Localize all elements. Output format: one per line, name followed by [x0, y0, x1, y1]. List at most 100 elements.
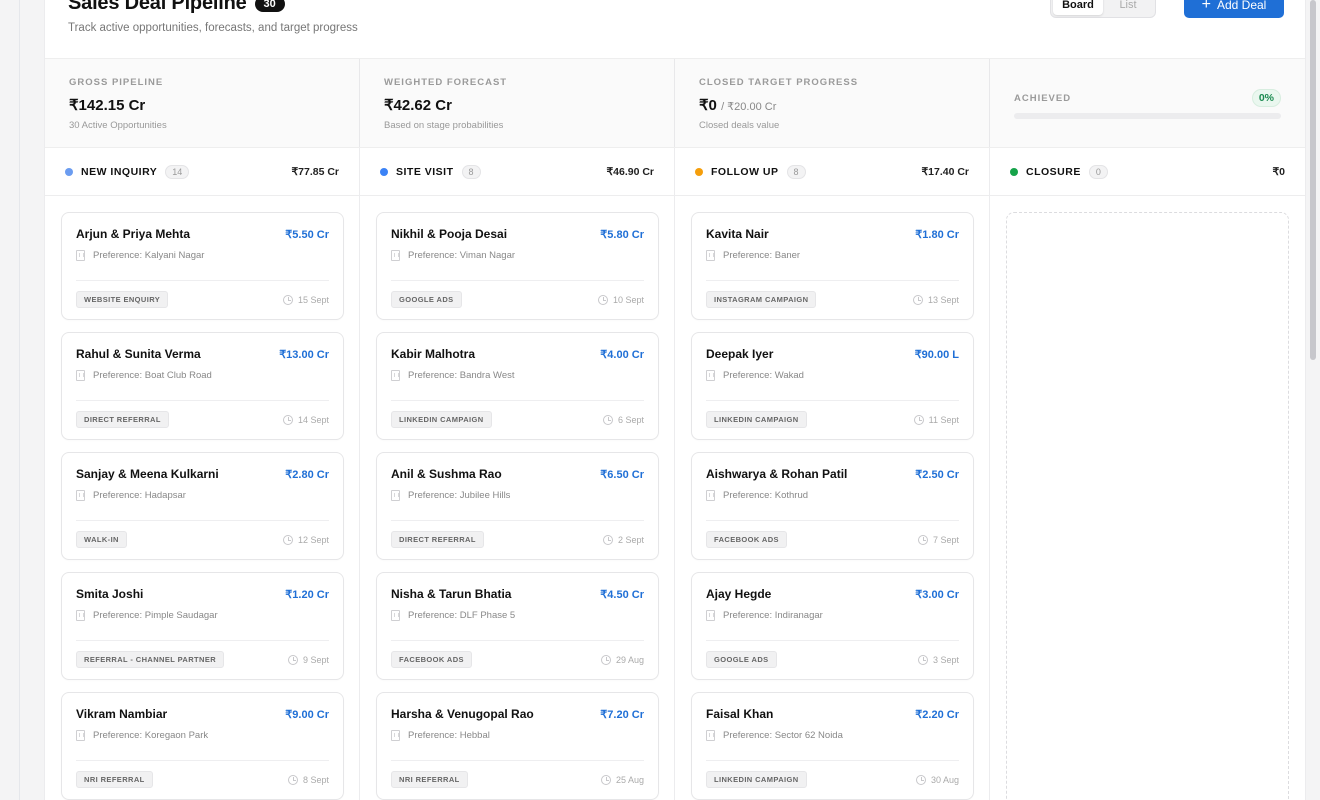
deal-date: 6 Sept [602, 414, 644, 425]
deal-preference: Preference: Hadapsar [76, 490, 329, 501]
deal-card[interactable]: Kavita Nair ₹1.80 Cr Preference: Baner INST… [691, 212, 974, 320]
deal-client-name: Ajay Hegde [706, 587, 772, 601]
deal-client-name: Kavita Nair [706, 227, 769, 241]
deal-card[interactable]: Ajay Hegde ₹3.00 Cr Preference: Indiranaga… [691, 572, 974, 680]
stat-label: CLOSED TARGET PROGRESS [699, 77, 859, 88]
clock-icon [282, 294, 293, 305]
deal-card[interactable]: Vikram Nambiar ₹9.00 Cr Preference: Korega… [61, 692, 344, 800]
column-total: ₹0 [1272, 165, 1285, 178]
deal-card[interactable]: Faisal Khan ₹2.20 Cr Preference: Sector 62… [691, 692, 974, 800]
deal-card[interactable]: Nikhil & Pooja Desai ₹5.80 Cr Preference: … [376, 212, 659, 320]
clock-icon [287, 774, 298, 785]
deal-date: 2 Sept [602, 534, 644, 545]
deal-preference: Preference: DLF Phase 5 [391, 610, 644, 621]
card-footer: GOOGLE ADS 10 Sept [391, 291, 644, 308]
deal-amount: ₹2.50 Cr [915, 468, 959, 481]
column-header[interactable]: SITE VISIT 8 ₹46.90 Cr [360, 148, 674, 196]
deal-client-name: Smita Joshi [76, 587, 144, 601]
deal-card[interactable]: Deepak Iyer ₹90.00 L Preference: Wakad LINK… [691, 332, 974, 440]
card-footer: LINKEDIN CAMPAIGN 6 Sept [391, 411, 644, 428]
deal-client-name: Harsha & Venugopal Rao [391, 707, 534, 721]
deal-amount: ₹3.00 Cr [915, 588, 959, 601]
deal-card[interactable]: Anil & Sushma Rao ₹6.50 Cr Preference: Jub… [376, 452, 659, 560]
building-icon [391, 490, 400, 501]
preference-text: Preference: Kothrud [723, 490, 809, 501]
date-text: 9 Sept [302, 654, 329, 665]
deal-preference: Preference: Koregaon Park [76, 730, 329, 741]
scrollbar[interactable] [1310, 0, 1318, 800]
clock-icon [913, 414, 924, 425]
preference-text: Preference: Boat Club Road [93, 370, 212, 381]
deal-card[interactable]: Smita Joshi ₹1.20 Cr Preference: Pimple Sa… [61, 572, 344, 680]
deal-count-badge: 30 [254, 0, 285, 12]
deal-client-name: Sanjay & Meena Kulkarni [76, 467, 219, 481]
card-top: Aishwarya & Rohan Patil ₹2.50 Cr [706, 467, 959, 481]
clock-icon [600, 774, 611, 785]
building-icon [391, 370, 400, 381]
stat-label: ACHIEVED [1014, 92, 1072, 104]
stat-value: ₹42.62 Cr [384, 97, 452, 114]
deal-amount: ₹7.20 Cr [600, 708, 644, 721]
deal-card[interactable]: Rahul & Sunita Verma ₹13.00 Cr Preference:… [61, 332, 344, 440]
deal-card[interactable]: Harsha & Venugopal Rao ₹7.20 Cr Preference… [376, 692, 659, 800]
deal-date: 3 Sept [917, 654, 959, 665]
card-footer: INSTAGRAM CAMPAIGN 13 Sept [706, 291, 959, 308]
card-divider [706, 520, 959, 521]
card-divider [391, 520, 644, 521]
stat-value: ₹142.15 Cr [69, 97, 146, 114]
deal-card[interactable]: Aishwarya & Rohan Patil ₹2.50 Cr Preferenc… [691, 452, 974, 560]
card-top: Smita Joshi ₹1.20 Cr [76, 587, 329, 601]
title-row: Sales Deal Pipeline 30 [68, 0, 285, 15]
add-deal-button[interactable]: + Add Deal [1184, 0, 1284, 18]
deal-amount: ₹1.20 Cr [285, 588, 329, 601]
date-text: 6 Sept [617, 414, 644, 425]
achieved-progress-bar [1014, 113, 1281, 119]
scrollbar-thumb[interactable] [1310, 0, 1316, 360]
status-dot-icon [380, 167, 388, 176]
column-site-visit: SITE VISIT 8 ₹46.90 Cr Nikhil & Pooja Desai… [360, 148, 675, 800]
deal-card[interactable]: Sanjay & Meena Kulkarni ₹2.80 Cr Preferenc… [61, 452, 344, 560]
card-divider [391, 400, 644, 401]
empty-dropzone[interactable] [1006, 212, 1289, 800]
deal-date: 15 Sept [282, 294, 329, 305]
deal-preference: Preference: Pimple Saudagar [76, 610, 329, 621]
page-header: Sales Deal Pipeline 30 Track active oppo… [68, 0, 1290, 58]
deal-amount: ₹9.00 Cr [285, 708, 329, 721]
column-header[interactable]: NEW INQUIRY 14 ₹77.85 Cr [45, 148, 359, 196]
card-top: Deepak Iyer ₹90.00 L [706, 347, 959, 361]
card-list: Arjun & Priya Mehta ₹5.50 Cr Preference: K… [45, 196, 359, 800]
column-header[interactable]: FOLLOW UP 8 ₹17.40 Cr [675, 148, 989, 196]
building-icon [391, 610, 400, 621]
column-closure: CLOSURE 0 ₹0 [990, 148, 1305, 800]
achieved-row: ACHIEVED 0% [1014, 89, 1281, 107]
column-header[interactable]: CLOSURE 0 ₹0 [990, 148, 1305, 196]
deal-date: 11 Sept [913, 414, 959, 425]
preference-text: Preference: Indiranagar [723, 610, 823, 621]
card-top: Rahul & Sunita Verma ₹13.00 Cr [76, 347, 329, 361]
building-icon [706, 730, 715, 741]
column-total: ₹17.40 Cr [921, 165, 969, 178]
deal-card[interactable]: Kabir Malhotra ₹4.00 Cr Preference: Bandra… [376, 332, 659, 440]
card-top: Vikram Nambiar ₹9.00 Cr [76, 707, 329, 721]
clock-icon [912, 294, 923, 305]
stat-achieved: ACHIEVED 0% [990, 59, 1305, 147]
deal-preference: Preference: Viman Nagar [391, 250, 644, 261]
stat-note: Closed deals value [699, 120, 780, 131]
clock-icon [282, 534, 293, 545]
list-view-button[interactable]: List [1103, 0, 1153, 15]
stat-value: ₹0 [699, 97, 717, 114]
column-count-badge: 8 [786, 164, 806, 179]
card-divider [391, 640, 644, 641]
lead-source-tag: FACEBOOK ADS [391, 651, 472, 668]
deal-card[interactable]: Nisha & Tarun Bhatia ₹4.50 Cr Preference: … [376, 572, 659, 680]
column-follow-up: FOLLOW UP 8 ₹17.40 Cr Kavita Nair ₹1.80 Cr Pr… [675, 148, 990, 800]
stat-label: GROSS PIPELINE [69, 77, 164, 88]
card-top: Ajay Hegde ₹3.00 Cr [706, 587, 959, 601]
card-footer: NRI REFERRAL 8 Sept [76, 771, 329, 788]
deal-card[interactable]: Arjun & Priya Mehta ₹5.50 Cr Preference: K… [61, 212, 344, 320]
board-view-button[interactable]: Board [1053, 0, 1103, 15]
deal-preference: Preference: Baner [706, 250, 959, 261]
deal-client-name: Nikhil & Pooja Desai [391, 227, 508, 241]
date-text: 2 Sept [617, 534, 644, 545]
card-divider [706, 640, 959, 641]
